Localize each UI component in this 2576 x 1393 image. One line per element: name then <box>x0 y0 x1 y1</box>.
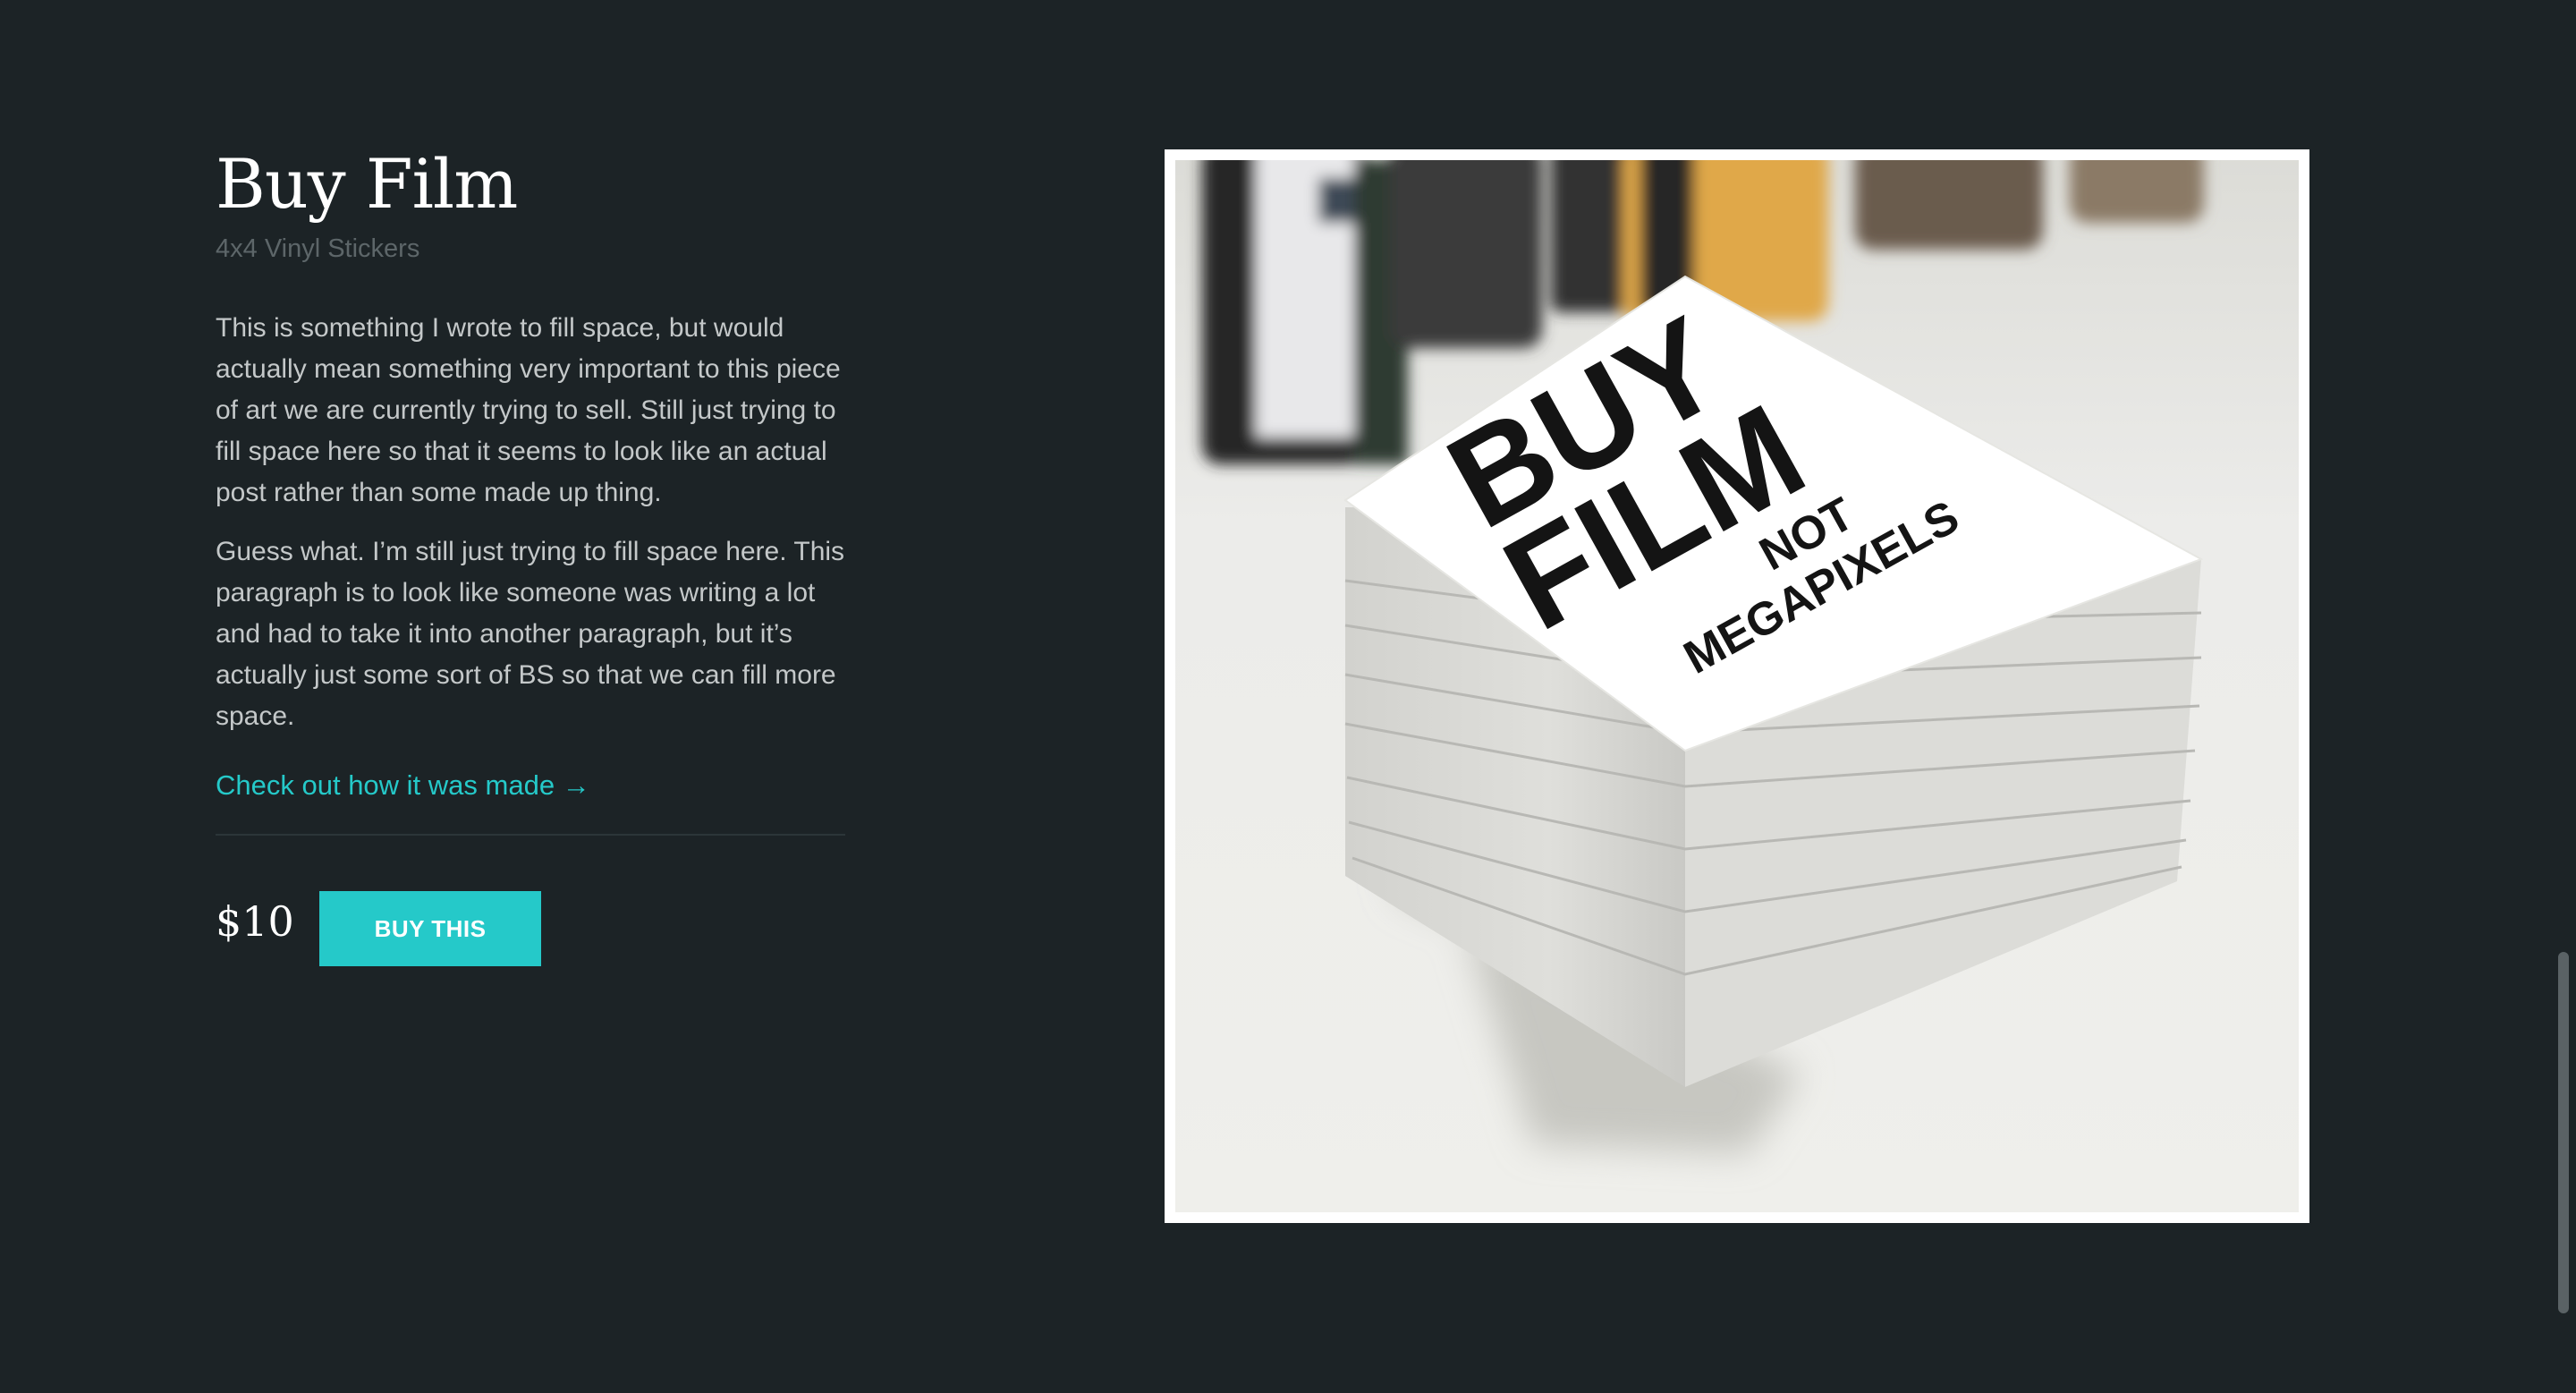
product-details: Buy Film 4x4 Vinyl Stickers This is some… <box>216 143 860 966</box>
scrollbar-thumb[interactable] <box>2558 952 2569 1313</box>
divider <box>216 834 845 836</box>
description-paragraph-2: Guess what. I’m still just trying to fil… <box>216 537 845 731</box>
product-subtitle: 4x4 Vinyl Stickers <box>216 234 420 263</box>
scrollbar[interactable] <box>2551 0 2576 1393</box>
product-photo: BUY FILM NOT MEGAPIXELS <box>1175 160 2299 1212</box>
description-paragraph-1: This is something I wrote to fill space,… <box>216 313 841 507</box>
buy-button[interactable]: BUY THIS <box>319 891 541 966</box>
product-photo-frame: BUY FILM NOT MEGAPIXELS <box>1165 149 2309 1223</box>
purchase-row: $10 BUY THIS <box>216 891 860 966</box>
product-title: Buy Film <box>216 144 518 224</box>
price: $10 <box>216 897 294 946</box>
how-it-was-made-link[interactable]: Check out how it was made → <box>216 768 590 803</box>
